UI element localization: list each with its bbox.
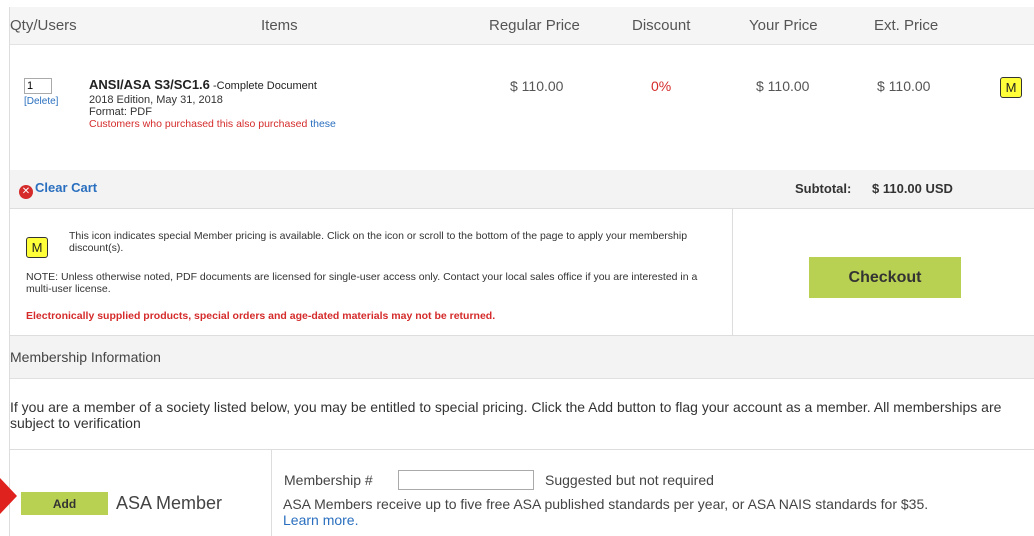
subtotal-label: Subtotal:	[795, 181, 852, 196]
membership-row-asa: Add ASA Member Membership # Suggested bu…	[10, 450, 1034, 536]
checkout-button[interactable]: Checkout	[809, 257, 961, 298]
item-format: Format: PDF	[89, 106, 152, 118]
cart-notes: M This icon indicates special Member pri…	[10, 209, 733, 336]
checkout-area: Checkout	[733, 209, 1034, 336]
membership-number-input[interactable]	[398, 470, 534, 490]
member-legend-icon: M	[26, 237, 48, 258]
add-membership-button[interactable]: Add	[21, 492, 108, 515]
item-your-price: $ 110.00	[756, 78, 810, 94]
item-discount: 0%	[651, 78, 672, 94]
col-qty-users: Qty/Users	[10, 17, 77, 34]
member-pricing-icon[interactable]: M	[1000, 77, 1022, 98]
clear-cart-label: Clear Cart	[35, 180, 98, 195]
cart-item-row: [Delete] ANSI/ASA S3/SC1.6 -Complete Doc…	[10, 45, 1034, 171]
col-discount: Discount	[632, 17, 691, 34]
clear-cart-button[interactable]: ✕ Clear Cart	[19, 180, 97, 199]
society-name: ASA Member	[116, 493, 223, 513]
license-note: NOTE: Unless otherwise noted, PDF docume…	[26, 271, 698, 295]
membership-header: Membership Information	[10, 336, 1034, 379]
subtotal-value: $ 110.00 USD	[872, 181, 953, 196]
returns-warning: Electronically supplied products, specia…	[26, 310, 496, 322]
learn-more-link[interactable]: Learn more.	[283, 512, 358, 528]
item-edition: 2018 Edition, May 31, 2018	[89, 94, 223, 106]
cart-subtotal-row: ✕ Clear Cart Subtotal: $ 110.00 USD	[10, 170, 1034, 209]
membership-number-hint: Suggested but not required	[545, 472, 714, 488]
cart-header-row: Qty/Users Items Regular Price Discount Y…	[10, 7, 1034, 45]
membership-title: Membership Information	[10, 349, 161, 365]
item-regular-price: $ 110.00	[510, 78, 564, 94]
quantity-input[interactable]	[24, 78, 52, 94]
membership-benefit: ASA Members receive up to five free ASA …	[283, 496, 929, 528]
member-pricing-note: This icon indicates special Member prici…	[69, 230, 688, 254]
item-title[interactable]: ANSI/ASA S3/SC1.6	[89, 77, 210, 92]
clear-cart-icon: ✕	[19, 185, 33, 199]
also-purchased-text: Customers who purchased this also purcha…	[89, 118, 336, 130]
also-purchased-link[interactable]: these	[310, 118, 336, 130]
col-your-price: Your Price	[749, 17, 818, 34]
item-ext-price: $ 110.00	[877, 78, 931, 94]
col-regular-price: Regular Price	[489, 17, 580, 34]
item-details: ANSI/ASA S3/SC1.6 -Complete Document 201…	[89, 77, 449, 131]
item-title-suffix: -Complete Document	[209, 80, 317, 92]
col-ext-price: Ext. Price	[874, 17, 939, 34]
delete-item-link[interactable]: [Delete]	[24, 96, 58, 107]
col-items: Items	[261, 17, 298, 34]
membership-divider	[271, 450, 272, 536]
cart-table: Qty/Users Items Regular Price Discount Y…	[9, 7, 1034, 536]
membership-number-label: Membership #	[284, 472, 373, 488]
membership-description: If you are a member of a society listed …	[10, 379, 1034, 450]
pointer-arrow-icon	[0, 478, 17, 514]
